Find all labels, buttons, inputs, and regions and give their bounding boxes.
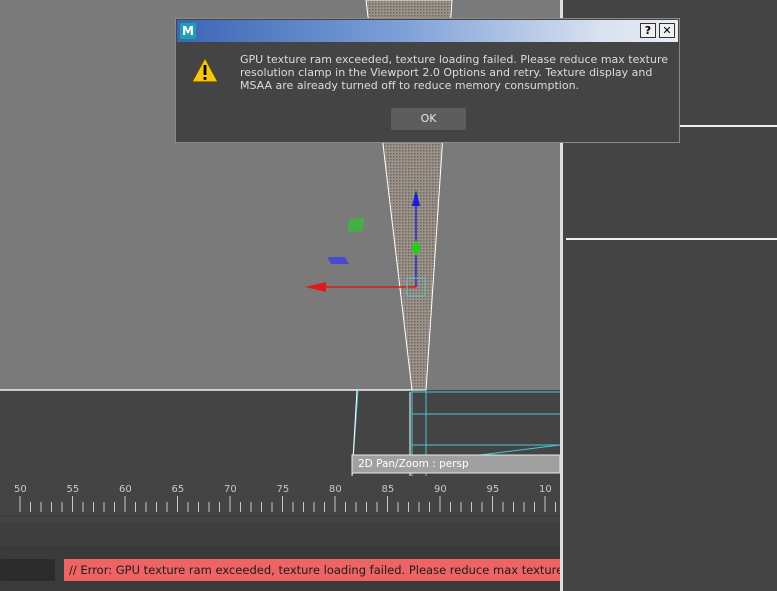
tick-label: 10 xyxy=(539,484,552,495)
ok-button[interactable]: OK xyxy=(391,108,466,130)
tick-label: 80 xyxy=(329,484,342,495)
tick-label: 70 xyxy=(224,484,237,495)
range-slider[interactable] xyxy=(0,523,560,546)
tick-label: 60 xyxy=(119,484,132,495)
panel-divider-bottom xyxy=(566,238,777,240)
tick-label: 75 xyxy=(276,484,290,495)
warning-dialog: M ? ✕ GPU texture ram exceeded, texture … xyxy=(175,18,680,143)
tick-label: 85 xyxy=(381,484,395,495)
app-icon: M xyxy=(180,23,196,39)
tick-label: 95 xyxy=(486,484,500,495)
tick-label: 65 xyxy=(171,484,185,495)
tick-label: 90 xyxy=(434,484,447,495)
tick-label: 55 xyxy=(66,484,80,495)
dialog-titlebar[interactable]: M ? ✕ xyxy=(177,20,678,42)
panel-divider-top xyxy=(677,125,777,127)
warning-icon xyxy=(190,56,220,83)
time-slider[interactable]: 50 55 60 65 70 75 80 85 90 95 10 xyxy=(0,476,560,523)
help-button[interactable]: ? xyxy=(640,23,656,38)
dialog-message: GPU texture ram exceeded, texture loadin… xyxy=(240,53,669,92)
close-button[interactable]: ✕ xyxy=(659,23,675,38)
error-message-line: // Error: GPU texture ram exceeded, text… xyxy=(64,559,560,581)
tick-label: 50 xyxy=(14,484,27,495)
camera-label: 2D Pan/Zoom : persp xyxy=(358,458,469,470)
command-input[interactable] xyxy=(0,559,55,581)
